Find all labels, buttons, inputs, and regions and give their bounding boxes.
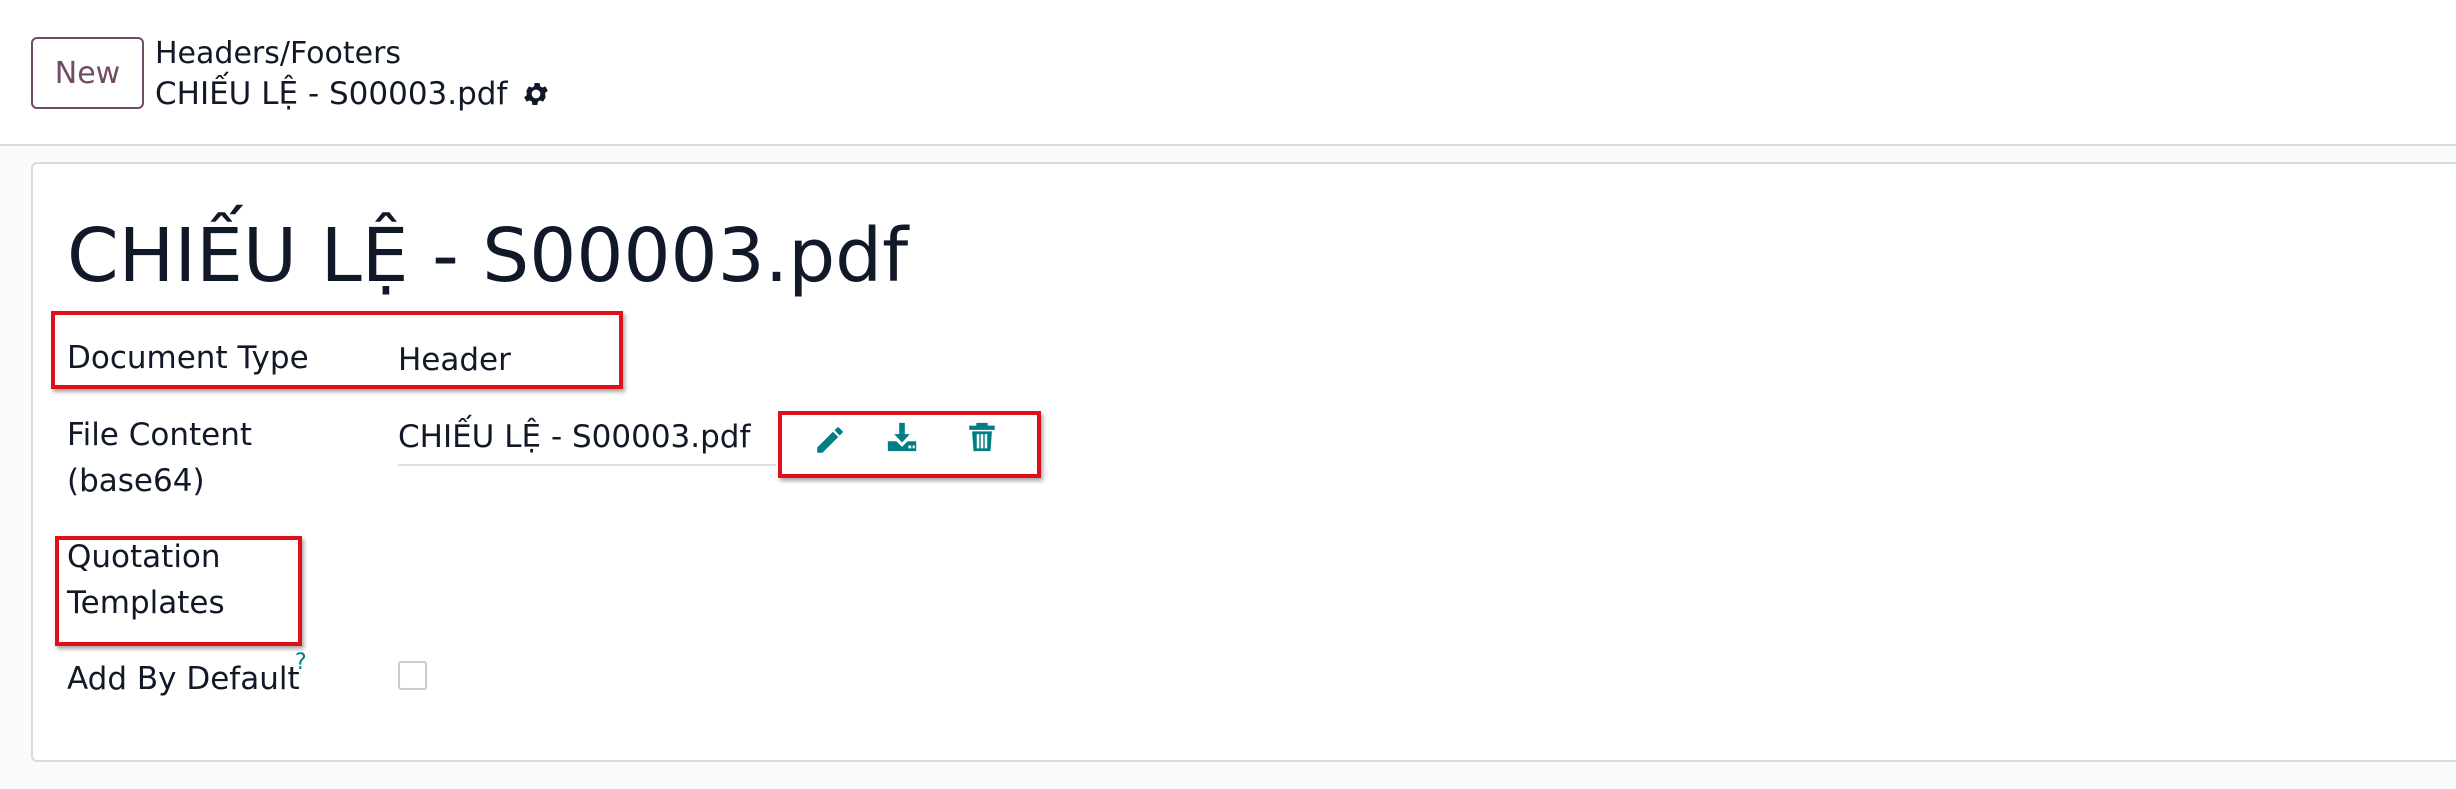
help-tooltip-icon[interactable]: ? [295, 650, 307, 675]
add-by-default-checkbox[interactable] [398, 661, 427, 690]
download-icon[interactable] [885, 420, 919, 454]
file-content-field[interactable]: CHIẾU LỆ - S00003.pdf [398, 414, 776, 466]
pencil-icon[interactable] [813, 423, 847, 457]
trash-icon[interactable] [965, 420, 999, 454]
quotation-templates-label-line2: Templates [67, 585, 225, 621]
add-by-default-label: Add By Default [67, 661, 300, 697]
file-name[interactable]: CHIẾU LỆ - S00003.pdf [398, 419, 750, 455]
quotation-templates-label: Quotation Templates [67, 534, 225, 626]
document-type-value[interactable]: Header [398, 337, 511, 383]
gear-icon[interactable] [521, 79, 551, 109]
form-sheet: CHIẾU LỆ - S00003.pdf Document Type Head… [31, 162, 2456, 762]
file-content-label: File Content (base64) [67, 412, 252, 504]
document-type-label: Document Type [67, 340, 309, 376]
breadcrumb-parent-link[interactable]: Headers/Footers [155, 35, 401, 73]
file-content-label-line1: File Content [67, 417, 253, 453]
new-button[interactable]: New [31, 37, 144, 109]
record-title: CHIẾU LỆ - S00003.pdf [67, 213, 909, 299]
breadcrumb-current-label: CHIẾU LỆ - S00003.pdf [155, 76, 508, 112]
quotation-templates-label-line1: Quotation [67, 539, 221, 575]
breadcrumb-current: CHIẾU LỆ - S00003.pdf [155, 74, 551, 114]
file-content-label-line2: (base64) [67, 463, 205, 499]
control-panel: New Headers/Footers CHIẾU LỆ - S00003.pd… [0, 0, 2456, 146]
